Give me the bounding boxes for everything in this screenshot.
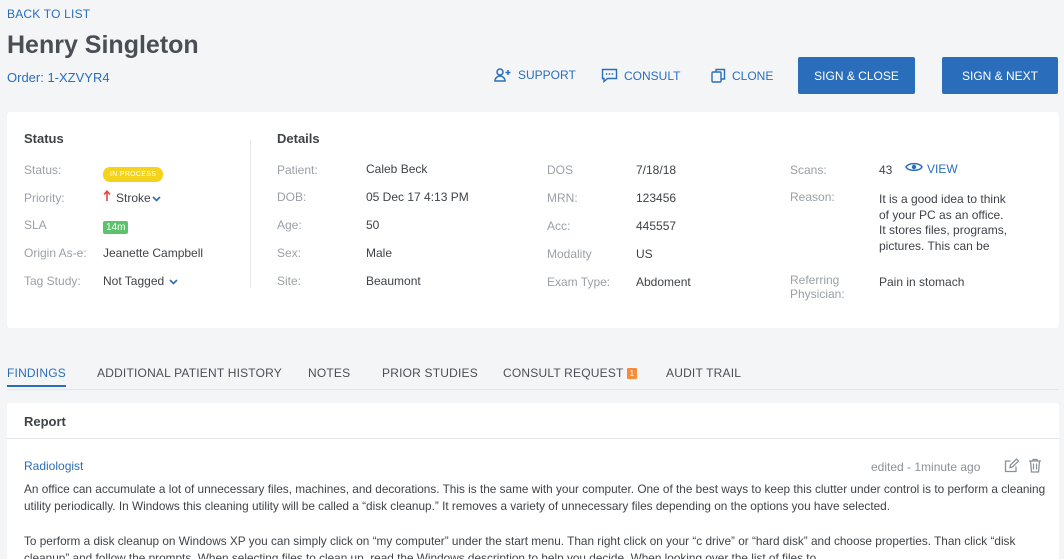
chevron-down-icon xyxy=(152,191,161,205)
report-author-link[interactable]: Radiologist xyxy=(24,459,83,473)
priority-dropdown[interactable]: Stroke xyxy=(103,190,161,205)
clone-label: CLONE xyxy=(732,68,774,83)
referring-physician-label: Referring Physician: xyxy=(790,273,845,301)
reason-line: It stores files, programs, xyxy=(879,223,1008,237)
copy-icon xyxy=(711,68,726,83)
page-title: Henry Singleton xyxy=(7,31,199,59)
referring-label-line: Physician: xyxy=(790,287,845,301)
patient-label: Patient: xyxy=(277,163,318,177)
modality-value: US xyxy=(636,247,653,261)
tab-findings[interactable]: FINDINGS xyxy=(7,366,66,387)
sex-value: Male xyxy=(366,246,393,260)
site-label: Site: xyxy=(277,274,302,288)
sla-label: SLA xyxy=(24,218,47,232)
scans-label: Scans: xyxy=(790,163,827,177)
consult-button[interactable]: CONSULT xyxy=(601,68,680,83)
tab-consult-request-label: CONSULT REQUEST xyxy=(503,366,624,380)
dob-value: 05 Dec 17 4:13 PM xyxy=(366,190,469,204)
tab-notes[interactable]: NOTES xyxy=(308,366,350,380)
status-heading: Status xyxy=(24,131,64,146)
tab-consult-request[interactable]: CONSULT REQUEST 1 xyxy=(503,366,638,380)
add-user-icon xyxy=(494,68,512,82)
sign-close-button[interactable]: SIGN & CLOSE xyxy=(798,57,915,94)
priority-value: Stroke xyxy=(116,190,151,205)
back-to-list-link[interactable]: BACK TO LIST xyxy=(7,7,90,21)
acc-value: 445557 xyxy=(636,219,677,233)
support-label: SUPPORT xyxy=(518,68,576,82)
dob-label: DOB: xyxy=(277,190,307,204)
sex-label: Sex: xyxy=(277,246,302,260)
mrn-value: 123456 xyxy=(636,191,677,205)
tab-additional-patient-history[interactable]: ADDITIONAL PATIENT HISTORY xyxy=(97,366,282,380)
site-value: Beaumont xyxy=(366,274,421,288)
tab-audit-trail[interactable]: AUDIT TRAIL xyxy=(666,366,741,380)
study-details-card: Status Status: IN PROCESS Priority: Stro… xyxy=(7,112,1059,328)
status-label: Status: xyxy=(24,163,62,177)
report-card: Report Radiologist edited - 1minute ago … xyxy=(7,403,1059,559)
patient-value: Caleb Beck xyxy=(366,162,428,176)
reason-line: of your PC as an office. xyxy=(879,207,1004,222)
status-badge: IN PROCESS xyxy=(103,163,164,182)
arrow-up-icon xyxy=(103,190,111,205)
scans-value: 43 xyxy=(879,163,893,177)
divider xyxy=(7,438,1059,439)
age-value: 50 xyxy=(366,218,380,232)
clone-button[interactable]: CLONE xyxy=(711,68,773,83)
support-button[interactable]: SUPPORT xyxy=(494,68,576,82)
trash-icon[interactable] xyxy=(1028,458,1042,478)
eye-icon xyxy=(905,161,923,176)
view-label: VIEW xyxy=(927,161,958,176)
acc-label: Acc: xyxy=(547,219,571,233)
report-heading: Report xyxy=(24,414,66,429)
sign-next-button[interactable]: SIGN & NEXT xyxy=(942,57,1058,94)
report-paragraph: To perform a disk cleanup on Windows XP … xyxy=(24,534,1016,559)
exam-type-label: Exam Type: xyxy=(547,275,611,289)
modality-label: Modality xyxy=(547,247,592,261)
view-scans-link[interactable]: VIEW xyxy=(905,161,958,176)
dos-label: DOS xyxy=(547,163,574,177)
referring-physician-value: Pain in stomach xyxy=(879,275,965,289)
edit-icon[interactable] xyxy=(1004,458,1020,478)
sla-badge: 14m xyxy=(103,217,129,235)
sla-value: 14m xyxy=(103,221,129,234)
column-divider xyxy=(250,140,251,288)
reason-label: Reason: xyxy=(790,190,835,204)
reason-line: pictures. This can be xyxy=(879,238,990,253)
reason-value: It is a good idea to think of your PC as… xyxy=(879,192,1007,254)
consult-label: CONSULT xyxy=(624,68,681,83)
tag-study-dropdown[interactable]: Not Tagged xyxy=(103,274,178,288)
tab-bar: FINDINGS ADDITIONAL PATIENT HISTORY NOTE… xyxy=(7,366,1059,390)
order-number: Order: 1-XZVYR4 xyxy=(7,70,110,85)
consult-count-badge: 1 xyxy=(626,368,638,379)
tag-study-label: Tag Study: xyxy=(24,274,81,288)
origin-label: Origin As-e: xyxy=(24,246,87,260)
exam-type-value: Abdoment xyxy=(636,275,691,289)
report-paragraph: An office can accumulate a lot of unnece… xyxy=(24,482,1046,513)
origin-value: Jeanette Campbell xyxy=(103,246,204,260)
edited-timestamp: edited - 1minute ago xyxy=(871,460,981,474)
status-badge-text: IN PROCESS xyxy=(103,167,164,182)
dos-value: 7/18/18 xyxy=(636,163,677,177)
chat-icon xyxy=(601,68,618,83)
chevron-down-icon xyxy=(169,274,178,288)
details-heading: Details xyxy=(277,131,320,146)
priority-label: Priority: xyxy=(24,191,65,205)
mrn-label: MRN: xyxy=(547,191,578,205)
referring-label-line: Referring xyxy=(790,273,840,287)
tab-prior-studies[interactable]: PRIOR STUDIES xyxy=(382,366,478,380)
tag-study-value: Not Tagged xyxy=(103,274,165,288)
reason-line: It is a good idea to think xyxy=(879,192,1006,206)
age-label: Age: xyxy=(277,218,302,232)
